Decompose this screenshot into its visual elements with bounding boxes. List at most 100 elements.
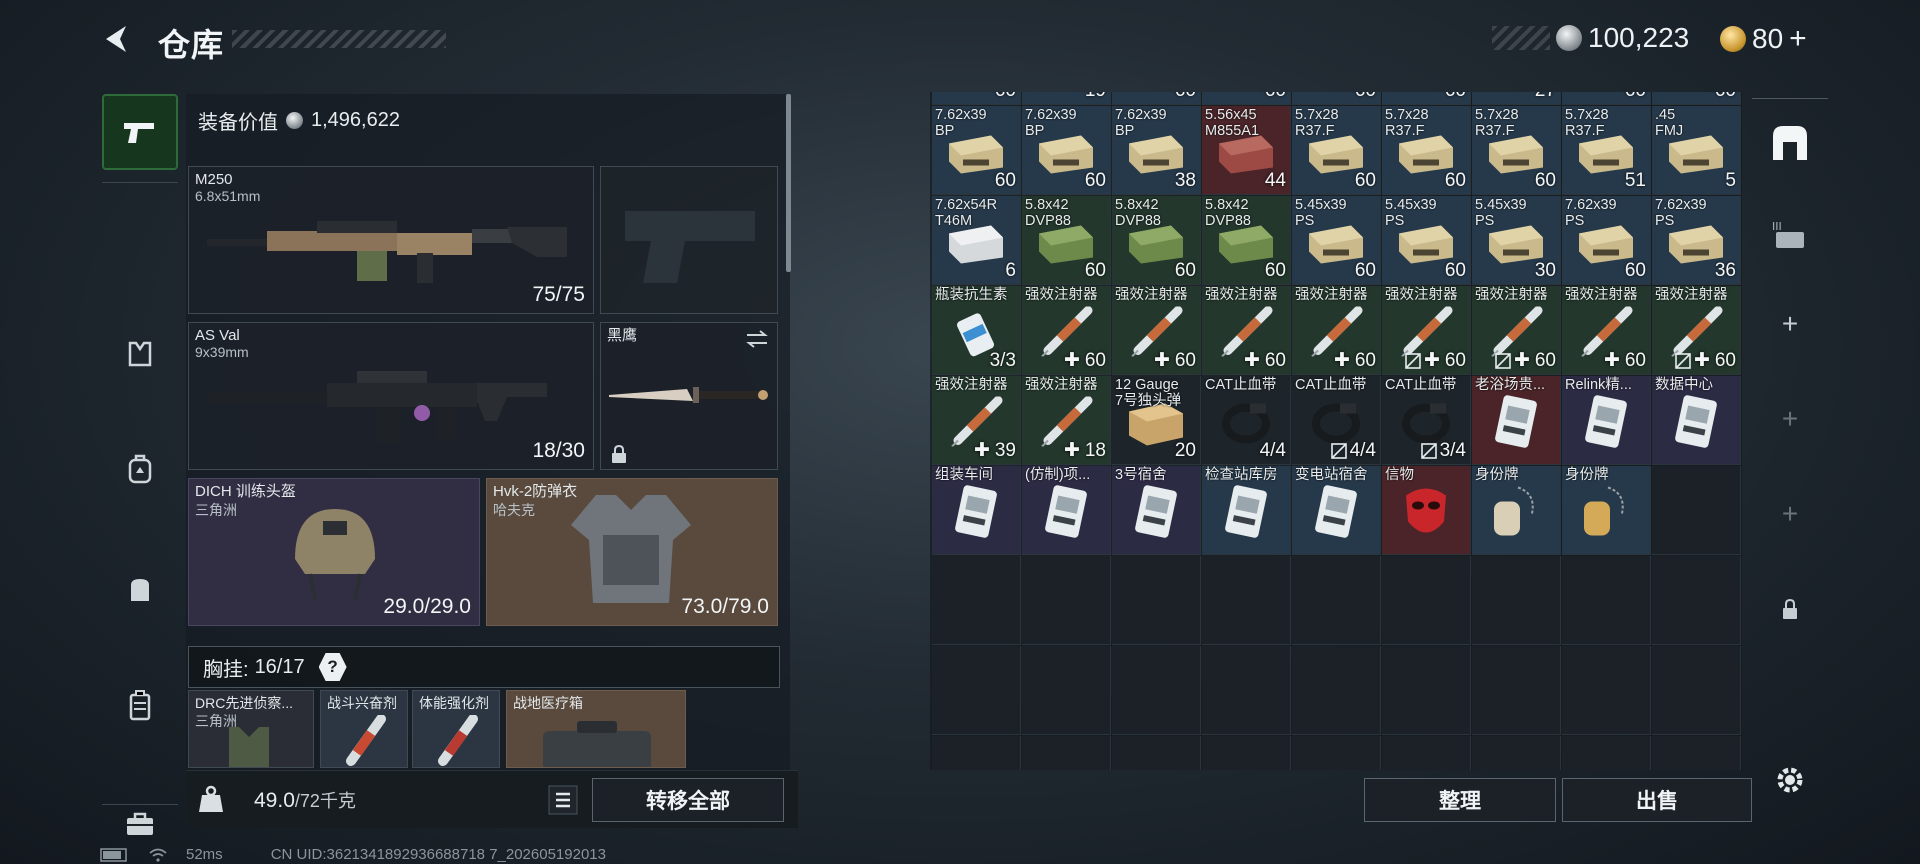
stash-item[interactable]: 强效注射器 ✚ 60: [1202, 286, 1291, 375]
sidearm-slot-empty[interactable]: [600, 166, 778, 314]
rail-tab-backpack[interactable]: [102, 431, 178, 507]
armor-slot[interactable]: Hvk-2防弹衣 哈夫克 73.0/79.0: [486, 478, 778, 626]
stash-cell-empty[interactable]: [1562, 736, 1651, 770]
stash-cell-empty[interactable]: [1382, 736, 1471, 770]
stash-item[interactable]: 变电站宿舍: [1292, 466, 1381, 555]
stash-item[interactable]: 5.45x39 PS 60: [1292, 196, 1381, 285]
stash-cell-empty[interactable]: [1112, 556, 1201, 645]
stash-item[interactable]: 5.7x28 R37.F 51: [1562, 106, 1651, 195]
stash-cell-empty[interactable]: [1292, 556, 1381, 645]
stash-item[interactable]: 7.62x39 PS 36: [1652, 196, 1741, 285]
stash-cell-empty[interactable]: [1202, 646, 1291, 735]
back-arrow-icon[interactable]: [100, 22, 134, 56]
stash-cell-empty[interactable]: [932, 556, 1021, 645]
gold-add-button[interactable]: +: [1789, 22, 1807, 56]
primary-weapon-slot[interactable]: M250 6.8x51mm 75/75: [188, 166, 594, 314]
stash-cell-empty[interactable]: [1472, 736, 1561, 770]
stash-item[interactable]: 组装车间: [932, 466, 1021, 555]
stash-item[interactable]: 7.62x39 BP 38: [1112, 106, 1201, 195]
stash-item[interactable]: 7.62x39 BP 60: [1022, 106, 1111, 195]
stash-item[interactable]: 5.45x39 PS 30: [1472, 196, 1561, 285]
stash-item[interactable]: CAT止血带 4/4: [1202, 376, 1291, 465]
rail-tab-armor[interactable]: [102, 316, 178, 392]
stash-cell-empty[interactable]: [1652, 646, 1741, 735]
stash-cell-empty[interactable]: [932, 736, 1021, 770]
stash-item[interactable]: 身份牌: [1472, 466, 1561, 555]
stash-item[interactable]: 5.8x42 DVP88 60: [1112, 196, 1201, 285]
add-stash-tab-icon[interactable]: +: [1752, 286, 1828, 362]
sort-button[interactable]: 整理: [1364, 778, 1556, 822]
stash-item[interactable]: 强效注射器 ✚ 39: [932, 376, 1021, 465]
stash-cell-empty[interactable]: [1472, 646, 1561, 735]
add-stash-tab-icon[interactable]: +: [1752, 381, 1828, 457]
stash-cell-empty[interactable]: [1382, 556, 1471, 645]
chest-rig-slot[interactable]: DRC先进侦察... 三角洲: [188, 690, 314, 768]
stash-item[interactable]: 3号宿舍: [1112, 466, 1201, 555]
stash-cell-empty[interactable]: [1112, 646, 1201, 735]
rail-tab-container[interactable]: [102, 668, 178, 744]
loadout-scrollbar[interactable]: [786, 94, 791, 272]
melee-slot[interactable]: 黑鹰: [600, 322, 778, 470]
stash-item[interactable]: 强效注射器 ✚ 18: [1022, 376, 1111, 465]
stash-cell-empty[interactable]: [1472, 556, 1561, 645]
help-button[interactable]: ?: [318, 653, 347, 681]
helmet-slot[interactable]: DICH 训练头盔 三角洲 29.0/29.0: [188, 478, 480, 626]
stash-cell-empty[interactable]: [1202, 556, 1291, 645]
stash-item[interactable]: 强效注射器 ✚ 60: [1562, 286, 1651, 375]
stash-cell-partial[interactable]: 27: [1472, 92, 1561, 105]
stash-cell-partial[interactable]: 60: [1202, 92, 1291, 105]
list-view-icon[interactable]: [548, 785, 578, 815]
stash-cell-empty[interactable]: [1112, 736, 1201, 770]
stash-item[interactable]: 身份牌: [1562, 466, 1651, 555]
rig-item-slot[interactable]: 战地医疗箱: [506, 690, 686, 768]
rig-item-slot[interactable]: 体能强化剂: [412, 690, 500, 768]
stash-item[interactable]: 检查站库房: [1202, 466, 1291, 555]
stash-item[interactable]: Relink精...: [1562, 376, 1651, 465]
rail-tab-weapons[interactable]: [102, 94, 178, 170]
stash-item[interactable]: (仿制)项...: [1022, 466, 1111, 555]
stash-cell-partial[interactable]: 19: [1022, 92, 1111, 105]
stash-cell-empty[interactable]: [1652, 556, 1741, 645]
stash-item[interactable]: 老浴场贵...: [1472, 376, 1561, 465]
stash-item[interactable]: 7.62x54R T46M 6: [932, 196, 1021, 285]
settings-button[interactable]: [1752, 742, 1828, 818]
stash-cell-empty[interactable]: [932, 646, 1021, 735]
stash-item[interactable]: 瓶装抗生素 3/3: [932, 286, 1021, 375]
stash-item[interactable]: 数据中心: [1652, 376, 1741, 465]
stash-cell-partial[interactable]: 60: [932, 92, 1021, 105]
stash-cell-empty[interactable]: [1652, 466, 1741, 555]
stash-item[interactable]: CAT止血带 3/4: [1382, 376, 1471, 465]
stash-item[interactable]: 5.7x28 R37.F 60: [1292, 106, 1381, 195]
stash-cell-empty[interactable]: [1292, 736, 1381, 770]
stash-item[interactable]: 强效注射器 ✚ 60: [1112, 286, 1201, 375]
stash-tab-3[interactable]: III: [1752, 196, 1828, 272]
stash-cell-partial[interactable]: 60: [1382, 92, 1471, 105]
stash-item[interactable]: 强效注射器 ✚ 60: [1472, 286, 1561, 375]
stash-cell-empty[interactable]: [1652, 736, 1741, 770]
stash-cell-empty[interactable]: [1562, 556, 1651, 645]
stash-item[interactable]: 7.62x39 BP 60: [932, 106, 1021, 195]
stash-item[interactable]: 5.8x42 DVP88 60: [1202, 196, 1291, 285]
stash-cell-partial[interactable]: 60: [1112, 92, 1201, 105]
rail-tab-bag[interactable]: [102, 551, 178, 627]
stash-item[interactable]: 5.8x42 DVP88 60: [1022, 196, 1111, 285]
secondary-weapon-slot[interactable]: AS Val 9x39mm 18/30: [188, 322, 594, 470]
stash-item[interactable]: 7.62x39 PS 60: [1562, 196, 1651, 285]
stash-item[interactable]: 强效注射器 ✚ 60: [1022, 286, 1111, 375]
add-stash-tab-icon[interactable]: +: [1752, 476, 1828, 552]
stash-item[interactable]: 12 Gauge 7号独头弹 20: [1112, 376, 1201, 465]
stash-cell-empty[interactable]: [1562, 646, 1651, 735]
rig-item-slot[interactable]: 战斗兴奋剂: [320, 690, 408, 768]
stash-item[interactable]: 信物: [1382, 466, 1471, 555]
stash-tab-main[interactable]: [1752, 102, 1828, 182]
stash-cell-partial[interactable]: 60: [1292, 92, 1381, 105]
transfer-all-button[interactable]: 转移全部: [592, 778, 784, 822]
stash-item[interactable]: CAT止血带 4/4: [1292, 376, 1381, 465]
stash-item[interactable]: 5.7x28 R37.F 60: [1472, 106, 1561, 195]
locked-tab[interactable]: [1752, 571, 1828, 647]
stash-item[interactable]: 5.45x39 PS 60: [1382, 196, 1471, 285]
stash-item[interactable]: 强效注射器 ✚ 60: [1382, 286, 1471, 375]
stash-cell-empty[interactable]: [1022, 736, 1111, 770]
stash-cell-empty[interactable]: [1022, 646, 1111, 735]
stash-cell-empty[interactable]: [1202, 736, 1291, 770]
